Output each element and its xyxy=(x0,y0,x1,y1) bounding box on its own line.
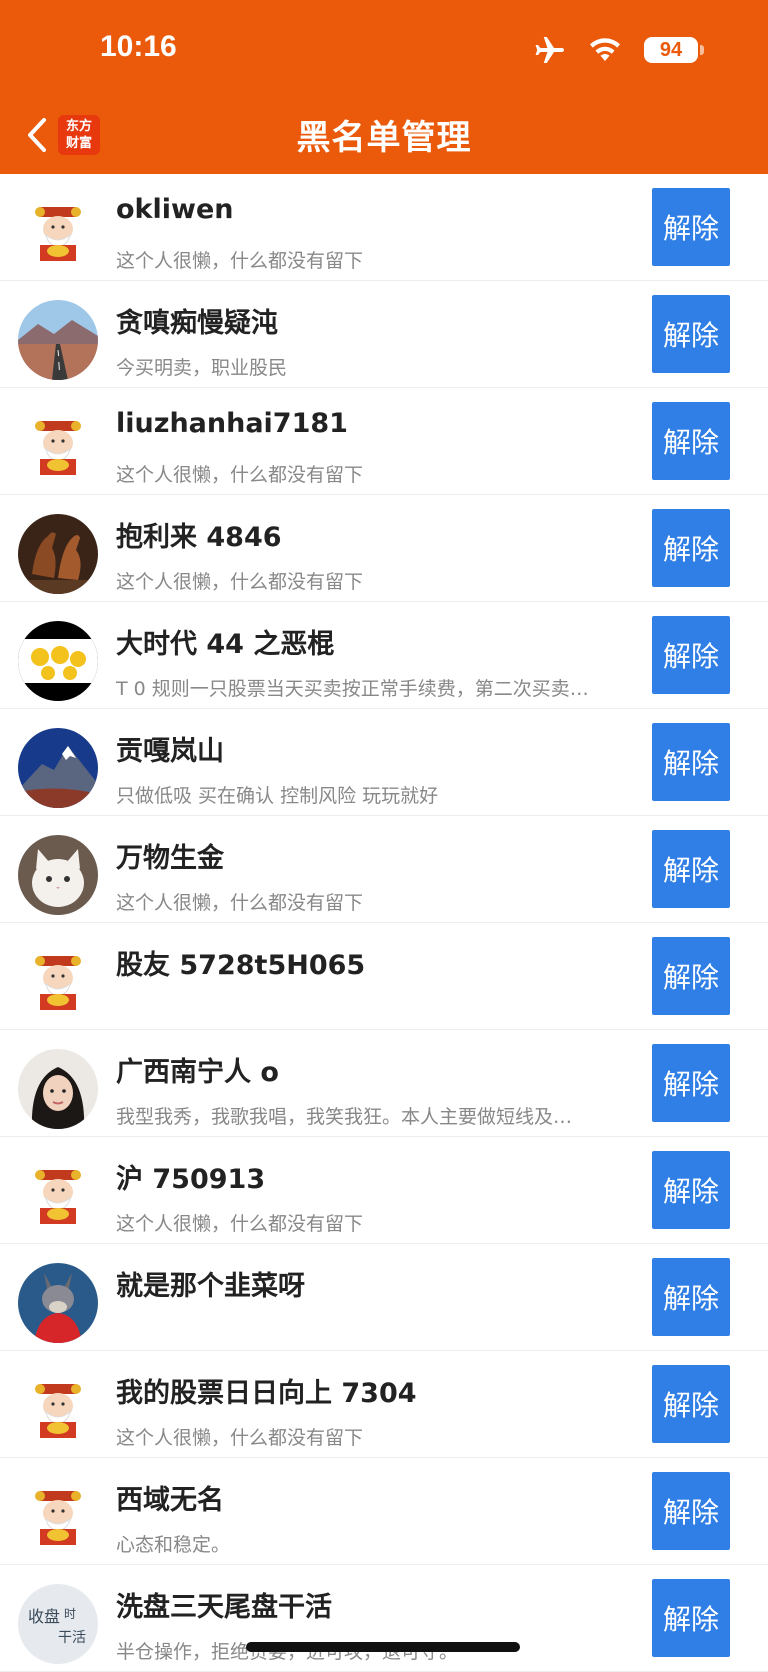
list-item: 就是那个韭菜呀 解除 xyxy=(0,1244,768,1351)
list-item: 万物生金 这个人很懒，什么都没有留下 解除 xyxy=(0,816,768,923)
user-name: 广西南宁人 o xyxy=(116,1057,279,1088)
page-title: 黑名单管理 xyxy=(296,118,472,158)
road-landscape-avatar-image xyxy=(18,300,98,380)
list-item: 大时代 44 之恶棍 T 0 规则一只股票当天买卖按正常手续费，第二次买卖… 解… xyxy=(0,602,768,709)
blocked-user-list: okliwen 这个人很懒，什么都没有留下 解除 贪嗔痴慢疑沌 今买明卖，职业股… xyxy=(0,174,768,1672)
woman-portrait-avatar-image xyxy=(18,1049,98,1129)
avatar[interactable] xyxy=(18,514,98,594)
calligraphy-avatar-image: 收盘 时 干活 xyxy=(18,1584,98,1664)
unblock-button[interactable]: 解除 xyxy=(652,1472,730,1550)
unblock-button[interactable]: 解除 xyxy=(652,1151,730,1229)
unblock-button[interactable]: 解除 xyxy=(652,188,730,266)
avatar[interactable]: 收盘 时 干活 xyxy=(18,1584,98,1664)
user-bio: 今买明卖，职业股民 xyxy=(116,357,288,379)
list-item: 沪 750913 这个人很懒，什么都没有留下 解除 xyxy=(0,1137,768,1244)
list-item: 股友 5728t5H065 解除 xyxy=(0,923,768,1030)
list-item: 贪嗔痴慢疑沌 今买明卖，职业股民 解除 xyxy=(0,281,768,388)
avatar[interactable] xyxy=(18,300,98,380)
user-name: 抱利来 4846 xyxy=(116,522,282,553)
cartoon-chicks-avatar-image xyxy=(18,621,98,701)
unblock-button[interactable]: 解除 xyxy=(652,402,730,480)
user-bio: 这个人很懒，什么都没有留下 xyxy=(116,892,364,914)
svg-text:时: 时 xyxy=(64,1607,76,1621)
top-bar: 10:16 94 东方 财富 黑名单管理 xyxy=(0,0,768,174)
mascot-avatar-image xyxy=(18,407,98,487)
user-name: 沪 750913 xyxy=(116,1164,266,1195)
avatar[interactable] xyxy=(18,1370,98,1450)
user-name: 就是那个韭菜呀 xyxy=(116,1271,305,1302)
user-name: 我的股票日日向上 7304 xyxy=(116,1378,417,1409)
unblock-button[interactable]: 解除 xyxy=(652,723,730,801)
user-name: 洗盘三天尾盘干活 xyxy=(116,1592,332,1623)
user-name: 西域无名 xyxy=(116,1485,224,1516)
mascot-avatar-image xyxy=(18,942,98,1022)
status-icons: 94 xyxy=(534,36,704,64)
mascot-avatar-image xyxy=(18,1156,98,1236)
white-cat-avatar-image xyxy=(18,835,98,915)
list-item: okliwen 这个人很懒，什么都没有留下 解除 xyxy=(0,174,768,281)
battery-indicator: 94 xyxy=(644,37,704,63)
avatar[interactable] xyxy=(18,728,98,808)
unblock-button[interactable]: 解除 xyxy=(652,295,730,373)
airplane-icon xyxy=(535,37,564,63)
mascot-avatar-image xyxy=(18,1370,98,1450)
wifi-icon xyxy=(590,38,620,61)
list-item: 广西南宁人 o 我型我秀，我歌我唱，我笑我狂。本人主要做短线及… 解除 xyxy=(0,1030,768,1137)
unblock-button[interactable]: 解除 xyxy=(652,1579,730,1657)
list-item: liuzhanhai7181 这个人很懒，什么都没有留下 解除 xyxy=(0,388,768,495)
avatar[interactable] xyxy=(18,1477,98,1557)
user-bio: 这个人很懒，什么都没有留下 xyxy=(116,1427,364,1449)
unblock-button[interactable]: 解除 xyxy=(652,937,730,1015)
avatar[interactable] xyxy=(18,621,98,701)
user-bio: 我型我秀，我歌我唱，我笑我狂。本人主要做短线及… xyxy=(116,1106,573,1128)
avatar[interactable] xyxy=(18,193,98,273)
svg-text:干活: 干活 xyxy=(58,1630,86,1646)
unblock-button[interactable]: 解除 xyxy=(652,830,730,908)
list-item: 我的股票日日向上 7304 这个人很懒，什么都没有留下 解除 xyxy=(0,1351,768,1458)
user-name: 贪嗔痴慢疑沌 xyxy=(116,308,278,339)
unblock-button[interactable]: 解除 xyxy=(652,509,730,587)
list-item: 贡嘎岚山 只做低吸 买在确认 控制风险 玩玩就好 解除 xyxy=(0,709,768,816)
user-name: liuzhanhai7181 xyxy=(116,408,348,439)
user-bio: 心态和稳定。 xyxy=(116,1534,231,1556)
user-name: 大时代 44 之恶棍 xyxy=(116,629,335,660)
user-bio: 这个人很懒，什么都没有留下 xyxy=(116,250,364,272)
avatar[interactable] xyxy=(18,1263,98,1343)
unblock-button[interactable]: 解除 xyxy=(652,1044,730,1122)
user-bio: 这个人很懒，什么都没有留下 xyxy=(116,464,364,486)
user-bio: T 0 规则一只股票当天买卖按正常手续费，第二次买卖… xyxy=(116,678,589,700)
avatar[interactable] xyxy=(18,942,98,1022)
user-name: 万物生金 xyxy=(116,843,224,874)
snow-mountain-avatar-image xyxy=(18,728,98,808)
unblock-button[interactable]: 解除 xyxy=(652,1258,730,1336)
avatar[interactable] xyxy=(18,1049,98,1129)
horses-avatar-image xyxy=(18,514,98,594)
home-indicator xyxy=(246,1642,520,1652)
user-name: 股友 5728t5H065 xyxy=(116,950,366,981)
avatar[interactable] xyxy=(18,835,98,915)
user-name: 贡嘎岚山 xyxy=(116,736,224,767)
list-item: 收盘 时 干活 洗盘三天尾盘干活 半仓操作，拒绝贪婪，进可攻，退可守。 解除 xyxy=(0,1565,768,1672)
avatar[interactable] xyxy=(18,1156,98,1236)
list-item: 西域无名 心态和稳定。 解除 xyxy=(0,1458,768,1565)
avatar[interactable] xyxy=(18,407,98,487)
status-time: 10:16 xyxy=(100,30,177,63)
user-bio: 这个人很懒，什么都没有留下 xyxy=(116,1213,364,1235)
user-bio: 只做低吸 买在确认 控制风险 玩玩就好 xyxy=(116,785,439,807)
mascot-avatar-image xyxy=(18,1477,98,1557)
unblock-button[interactable]: 解除 xyxy=(652,1365,730,1443)
list-item: 抱利来 4846 这个人很懒，什么都没有留下 解除 xyxy=(0,495,768,602)
donkey-cartoon-avatar-image xyxy=(18,1263,98,1343)
unblock-button[interactable]: 解除 xyxy=(652,616,730,694)
user-bio: 这个人很懒，什么都没有留下 xyxy=(116,571,364,593)
mascot-avatar-image xyxy=(18,193,98,273)
svg-text:收盘: 收盘 xyxy=(28,1607,60,1626)
user-name: okliwen xyxy=(116,194,234,225)
